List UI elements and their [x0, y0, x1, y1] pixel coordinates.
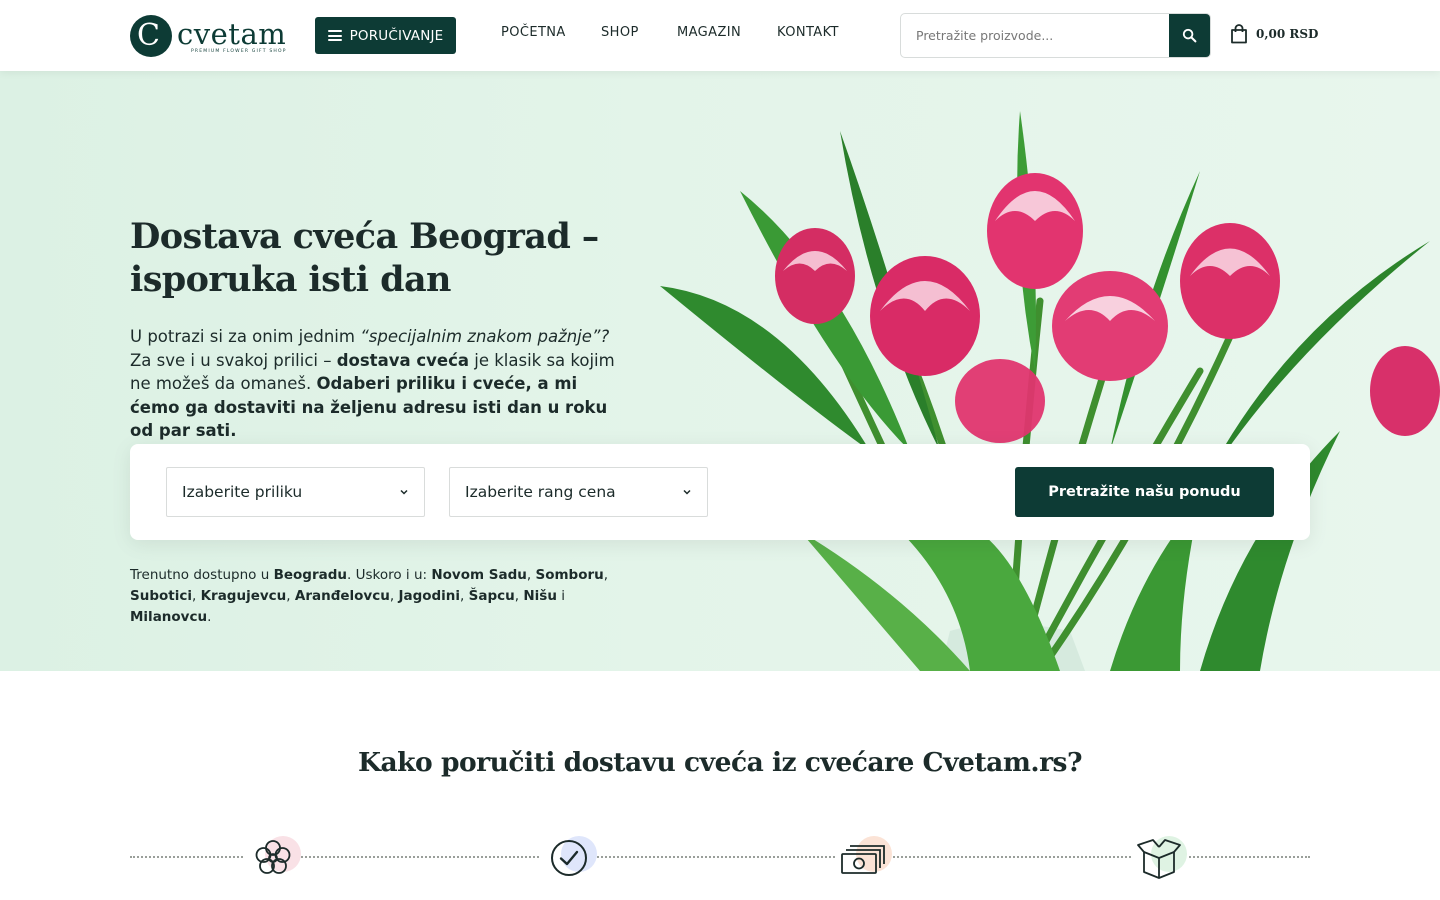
step-delivery: [1131, 830, 1187, 886]
shopping-bag-icon: [1231, 24, 1247, 44]
hero-title-line1: Dostava cveća Beograd –: [130, 216, 599, 257]
check-circle-icon: [551, 840, 587, 876]
cart[interactable]: 0,00 RSD: [1230, 24, 1318, 44]
step-confirm: [541, 830, 597, 886]
order-menu-button[interactable]: PORUČIVANJE: [315, 17, 456, 54]
tulip-bouquet-image: [660, 111, 1440, 671]
how-to-order-title: Kako poručiti dostavu cveća iz cvećare C…: [357, 747, 1083, 778]
nav-magazine[interactable]: MAGAZIN: [677, 25, 777, 40]
step-payment: [836, 830, 892, 886]
main-nav: POČETNA SHOP MAGAZIN KONTAKT: [501, 25, 839, 40]
occasion-select[interactable]: Izaberite priliku: [166, 467, 425, 517]
nav-contact[interactable]: KONTAKT: [777, 25, 839, 40]
nav-home[interactable]: POČETNA: [501, 25, 601, 40]
money-stack-icon: [841, 845, 885, 874]
search-offer-button[interactable]: Pretražite našu ponudu: [1015, 467, 1274, 517]
search-icon: [1182, 28, 1197, 43]
hero-intro-text: U potrazi si za onim jednim “specijalnim…: [130, 327, 615, 440]
nav-shop[interactable]: SHOP: [601, 25, 677, 40]
price-range-select[interactable]: Izaberite rang cena: [449, 467, 708, 517]
step-choose-flowers: [245, 830, 301, 886]
search-input[interactable]: [901, 14, 1171, 57]
hero-title-line2: isporuka isti dan: [130, 259, 451, 300]
menu-icon: [327, 30, 342, 41]
hero-section: Dostava cveća Beograd – isporuka isti da…: [0, 71, 1440, 671]
site-header: C cvetam PREMIUM FLOWER GIFT SHOP PORUČI…: [0, 0, 1440, 71]
hero-title: Dostava cveća Beograd – isporuka isti da…: [130, 215, 650, 301]
logo-tagline: PREMIUM FLOWER GIFT SHOP: [191, 48, 287, 54]
chevron-down-icon: [683, 489, 691, 495]
open-box-icon: [1137, 839, 1181, 879]
logo-name: cvetam: [177, 16, 287, 51]
chevron-down-icon: [400, 489, 408, 495]
flower-icon: [255, 840, 291, 874]
occasion-filter-card: Izaberite priliku Izaberite rang cena Pr…: [130, 444, 1310, 540]
logo[interactable]: C cvetam PREMIUM FLOWER GIFT SHOP: [130, 15, 295, 57]
cart-total: 0,00 RSD: [1256, 27, 1319, 41]
availability-note: Trenutno dostupno u Beogradu. Uskoro i u…: [130, 567, 609, 625]
price-range-select-value: Izaberite rang cena: [465, 483, 616, 501]
logo-mark-icon: C: [130, 15, 172, 57]
search-button[interactable]: [1169, 14, 1210, 57]
occasion-select-value: Izaberite priliku: [182, 483, 303, 501]
order-menu-label: PORUČIVANJE: [349, 27, 444, 44]
product-search: [900, 13, 1211, 58]
